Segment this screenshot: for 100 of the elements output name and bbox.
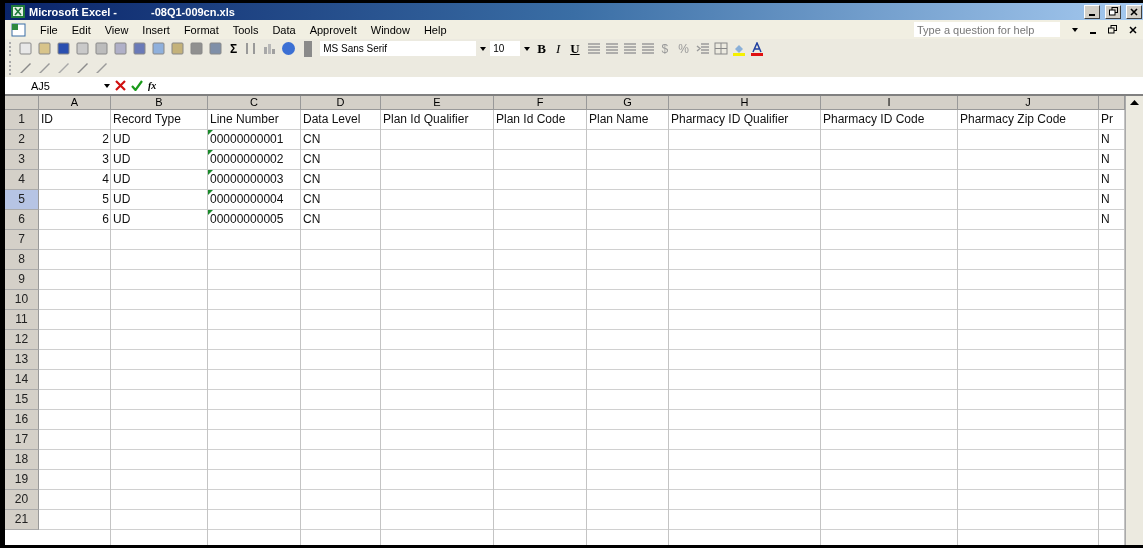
- menu-item[interactable]: ApproveIt: [308, 23, 358, 36]
- table-cell: 2: [102, 132, 109, 146]
- menu-item[interactable]: Format: [182, 23, 220, 36]
- italic-button[interactable]: I: [552, 40, 564, 57]
- name-box[interactable]: AJ5: [9, 79, 99, 92]
- table-cell: Plan Id Code: [496, 112, 566, 126]
- menu-item[interactable]: Edit: [70, 23, 92, 36]
- menu-item[interactable]: Tools: [231, 23, 260, 36]
- align-icon[interactable]: [622, 42, 637, 55]
- table-cell: Plan Id Qualifier: [383, 112, 469, 126]
- restore-button[interactable]: [1105, 4, 1121, 19]
- row-header[interactable]: 7: [5, 230, 39, 250]
- menu-item[interactable]: Window: [369, 23, 411, 36]
- font-field[interactable]: MS Sans Serif: [320, 41, 477, 56]
- dropdown-caret-icon[interactable]: [104, 83, 110, 88]
- table-cell: Pharmacy ID Qualifier: [671, 112, 789, 126]
- vertical-scrollbar[interactable]: [1125, 96, 1143, 545]
- menu-item[interactable]: Data: [271, 23, 297, 36]
- column-header[interactable]: B: [111, 96, 208, 110]
- table-cell: 00000000002: [210, 152, 284, 166]
- row-header[interactable]: 6: [5, 210, 39, 230]
- table-cell: N: [1101, 132, 1110, 146]
- chart-icon[interactable]: [262, 41, 278, 56]
- column-header[interactable]: G: [587, 96, 669, 110]
- indent-icon[interactable]: [695, 42, 710, 55]
- table-cell: N: [1101, 212, 1110, 226]
- row-header[interactable]: 1: [5, 110, 39, 130]
- table-cell: 4: [102, 172, 109, 186]
- underline-button[interactable]: U: [567, 40, 583, 57]
- help-icon[interactable]: [281, 41, 297, 56]
- table-cell: N: [1101, 152, 1110, 166]
- row-header[interactable]: 15: [5, 390, 39, 410]
- row-header[interactable]: 5: [5, 190, 39, 210]
- align-icon[interactable]: [586, 42, 601, 55]
- pencil-icon[interactable]: [18, 60, 33, 75]
- row-header[interactable]: 13: [5, 350, 39, 370]
- align-icon[interactable]: [640, 42, 655, 55]
- column-header[interactable]: E: [381, 96, 494, 110]
- row-header[interactable]: 10: [5, 290, 39, 310]
- help-search-field[interactable]: Type a question for help: [914, 22, 1060, 37]
- row-header[interactable]: 17: [5, 430, 39, 450]
- close-icon: [1130, 7, 1138, 16]
- row-header[interactable]: 12: [5, 330, 39, 350]
- column-header[interactable]: C: [208, 96, 301, 110]
- row-header[interactable]: 20: [5, 490, 39, 510]
- autosum-button[interactable]: Σ: [227, 41, 241, 56]
- scroll-up-icon[interactable]: [1130, 100, 1139, 105]
- align-icon[interactable]: [604, 42, 619, 55]
- table-cell: UD: [113, 192, 131, 206]
- row-header[interactable]: 14: [5, 370, 39, 390]
- insert-function-button[interactable]: fx: [148, 80, 157, 91]
- column-header[interactable]: [1099, 96, 1125, 110]
- close-icon[interactable]: [1129, 25, 1137, 34]
- table-cell: Pr: [1101, 112, 1113, 126]
- bold-button[interactable]: B: [534, 40, 549, 57]
- row-header[interactable]: 9: [5, 270, 39, 290]
- row-header[interactable]: 11: [5, 310, 39, 330]
- file-name: -08Q1-009cn.xls: [151, 5, 235, 18]
- table-cell: Record Type: [113, 112, 181, 126]
- row-header[interactable]: 4: [5, 170, 39, 190]
- select-all-corner[interactable]: [5, 96, 39, 110]
- menu-item[interactable]: Insert: [141, 23, 171, 36]
- table-cell: UD: [113, 152, 131, 166]
- borders-icon[interactable]: [713, 42, 728, 55]
- row-header[interactable]: 16: [5, 410, 39, 430]
- row-header[interactable]: 8: [5, 250, 39, 270]
- column-header[interactable]: D: [301, 96, 381, 110]
- column-header[interactable]: F: [494, 96, 587, 110]
- minimize-icon[interactable]: [1090, 31, 1096, 34]
- cancel-icon[interactable]: [115, 80, 126, 91]
- menu-item[interactable]: View: [103, 23, 130, 36]
- row-header[interactable]: 2: [5, 130, 39, 150]
- table-cell: CN: [303, 212, 321, 226]
- dropdown-caret-icon[interactable]: [1072, 27, 1078, 32]
- table-cell: Line Number: [210, 112, 279, 126]
- menu-item[interactable]: Help: [422, 23, 448, 36]
- toolbar-handle[interactable]: [304, 40, 313, 57]
- menu-item[interactable]: File: [39, 23, 59, 36]
- minimize-button[interactable]: [1084, 4, 1100, 19]
- column-header[interactable]: J: [958, 96, 1099, 110]
- column-header[interactable]: A: [39, 96, 111, 110]
- column-header[interactable]: H: [669, 96, 821, 110]
- workbook-icon[interactable]: [11, 22, 27, 37]
- column-header[interactable]: I: [821, 96, 958, 110]
- row-header[interactable]: 3: [5, 150, 39, 170]
- table-cell: 5: [102, 192, 109, 206]
- table-cell: UD: [113, 212, 131, 226]
- enter-checkmark-icon[interactable]: [131, 80, 143, 91]
- restore-icon[interactable]: [1108, 25, 1117, 34]
- row-header[interactable]: 19: [5, 470, 39, 490]
- font-size-field[interactable]: 10: [490, 41, 521, 56]
- table-cell: CN: [303, 132, 321, 146]
- dropdown-caret-icon[interactable]: [524, 46, 531, 51]
- close-button[interactable]: [1126, 4, 1142, 19]
- row-header[interactable]: 18: [5, 450, 39, 470]
- font-color-icon[interactable]: [749, 41, 764, 56]
- table-cell: N: [1101, 172, 1110, 186]
- row-header[interactable]: 21: [5, 510, 39, 530]
- dropdown-caret-icon[interactable]: [480, 46, 487, 51]
- table-cell: Data Level: [303, 112, 361, 126]
